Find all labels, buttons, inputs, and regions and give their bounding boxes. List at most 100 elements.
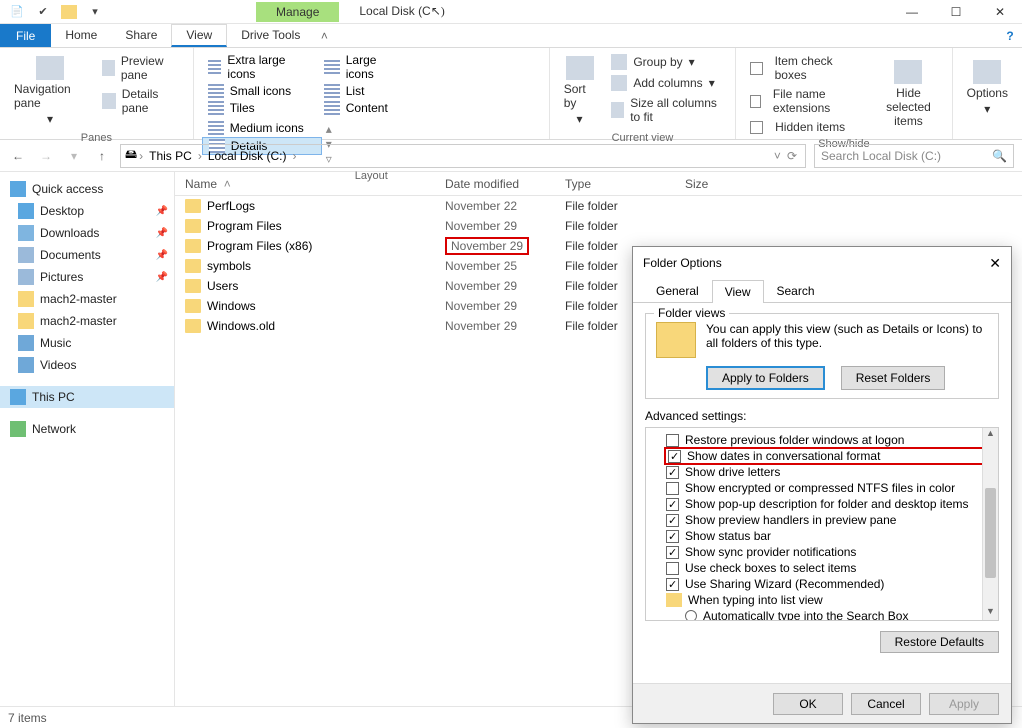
preview-pane-button[interactable]: Preview pane: [96, 52, 185, 84]
layout-scroll-up-icon[interactable]: ▴: [326, 122, 332, 136]
this-pc-icon: [10, 389, 26, 405]
advanced-setting-item[interactable]: Use Sharing Wizard (Recommended): [666, 576, 992, 592]
scroll-up-icon[interactable]: ▲: [983, 428, 998, 442]
advanced-setting-item[interactable]: Restore previous folder windows at logon: [666, 432, 992, 448]
collapse-ribbon-icon[interactable]: ˄: [314, 24, 334, 47]
column-date[interactable]: Date modified: [435, 172, 555, 195]
size-all-columns-button[interactable]: Size all columns to fit: [605, 94, 727, 126]
tab-share[interactable]: Share: [111, 24, 171, 47]
breadcrumb-local-disk[interactable]: Local Disk (C:): [204, 149, 291, 163]
list-icon: [324, 84, 340, 98]
hide-selected-icon: [894, 60, 922, 84]
forward-button[interactable]: →: [36, 146, 56, 166]
sort-by-button[interactable]: Sort by ▾: [558, 52, 602, 130]
tab-drive-tools[interactable]: Drive Tools: [227, 24, 314, 47]
group-by-button[interactable]: Group by ▾: [605, 52, 727, 72]
advanced-setting-item[interactable]: When typing into list view: [666, 592, 992, 608]
file-name-extensions-toggle[interactable]: File name extensions: [744, 85, 869, 117]
advanced-setting-item[interactable]: Show preview handlers in preview pane: [666, 512, 992, 528]
dialog-tab-general[interactable]: General: [643, 279, 712, 302]
sidebar-music[interactable]: Music: [0, 332, 174, 354]
layout-medium[interactable]: Medium icons: [202, 120, 322, 136]
address-bar[interactable]: 🖴 › This PC › Local Disk (C:) › ˅ ⟳: [120, 144, 806, 168]
qat-dropdown-icon[interactable]: ▾: [84, 2, 106, 22]
breadcrumb-this-pc[interactable]: This PC: [145, 149, 196, 163]
layout-small[interactable]: Small icons: [202, 83, 314, 99]
hide-selected-button[interactable]: Hide selected items: [873, 52, 943, 136]
restore-defaults-button[interactable]: Restore Defaults: [880, 631, 999, 653]
refresh-icon[interactable]: ⟳: [783, 149, 801, 163]
maximize-button[interactable]: ☐: [934, 0, 978, 24]
tab-file[interactable]: File: [0, 24, 51, 47]
advanced-setting-item[interactable]: Show pop-up description for folder and d…: [666, 496, 992, 512]
scroll-thumb[interactable]: [985, 488, 996, 578]
item-check-boxes-toggle[interactable]: Item check boxes: [744, 52, 869, 84]
desktop-icon: [18, 203, 34, 219]
advanced-scrollbar[interactable]: ▲ ▼: [982, 428, 998, 620]
ok-button[interactable]: OK: [773, 693, 843, 715]
advanced-setting-item[interactable]: Show sync provider notifications: [666, 544, 992, 560]
layout-extra-large[interactable]: Extra large icons: [202, 52, 314, 82]
options-button[interactable]: Options ▾: [961, 52, 1014, 123]
help-icon[interactable]: ?: [998, 24, 1022, 47]
table-row[interactable]: Program FilesNovember 29File folder: [175, 216, 1022, 236]
sidebar-pictures[interactable]: Pictures📌: [0, 266, 174, 288]
dialog-tab-view[interactable]: View: [712, 280, 764, 303]
address-dropdown-icon[interactable]: ˅: [774, 149, 781, 163]
dialog-close-icon[interactable]: ✕: [989, 255, 1001, 272]
layout-list[interactable]: List: [318, 83, 418, 99]
folder-views-desc: You can apply this view (such as Details…: [706, 322, 988, 350]
sidebar-videos[interactable]: Videos: [0, 354, 174, 376]
contextual-tab-manage[interactable]: Manage: [256, 2, 339, 22]
cancel-button[interactable]: Cancel: [851, 693, 921, 715]
qat-properties-icon[interactable]: 📄: [6, 2, 28, 22]
qat-new-folder-icon[interactable]: ✔: [32, 2, 54, 22]
advanced-setting-item[interactable]: Automatically type into the Search Box: [666, 608, 992, 621]
column-size[interactable]: Size: [675, 172, 755, 195]
advanced-setting-item[interactable]: Show dates in conversational format: [664, 447, 994, 465]
details-pane-button[interactable]: Details pane: [96, 85, 185, 117]
breadcrumb-sep-icon: ›: [139, 149, 143, 163]
layout-large[interactable]: Large icons: [318, 52, 418, 82]
sidebar-downloads[interactable]: Downloads📌: [0, 222, 174, 244]
minimize-button[interactable]: —: [890, 0, 934, 24]
hidden-items-toggle[interactable]: Hidden items: [744, 118, 869, 136]
sidebar-this-pc[interactable]: This PC: [0, 386, 174, 408]
folder-options-dialog: Folder Options ✕ General View Search Fol…: [632, 246, 1012, 724]
apply-to-folders-button[interactable]: Apply to Folders: [706, 366, 825, 390]
checkbox-icon: [668, 450, 681, 463]
layout-content[interactable]: Content: [318, 100, 418, 116]
column-name[interactable]: Name ˄: [175, 172, 435, 195]
sidebar-mach2-1[interactable]: mach2-master: [0, 288, 174, 310]
scroll-down-icon[interactable]: ▼: [983, 606, 998, 620]
navigation-pane-icon: [36, 56, 64, 80]
dialog-tab-search[interactable]: Search: [764, 279, 828, 302]
back-button[interactable]: ←: [8, 146, 28, 166]
advanced-setting-item[interactable]: Show drive letters: [666, 464, 992, 480]
advanced-setting-item[interactable]: Show status bar: [666, 528, 992, 544]
sidebar-network[interactable]: Network: [0, 418, 174, 440]
size-columns-icon: [611, 102, 624, 118]
qat-folder-icon[interactable]: [58, 2, 80, 22]
navigation-pane-button[interactable]: Navigation pane ▾: [8, 52, 92, 130]
column-type[interactable]: Type: [555, 172, 675, 195]
layout-tiles[interactable]: Tiles: [202, 100, 314, 116]
table-row[interactable]: PerfLogsNovember 22File folder: [175, 196, 1022, 216]
advanced-setting-item[interactable]: Show encrypted or compressed NTFS files …: [666, 480, 992, 496]
apply-button[interactable]: Apply: [929, 693, 999, 715]
sort-asc-icon: ˄: [224, 177, 231, 191]
recent-locations-button[interactable]: ▾: [64, 146, 84, 166]
checkbox-icon: [750, 62, 762, 75]
tab-view[interactable]: View: [171, 24, 227, 47]
tab-home[interactable]: Home: [51, 24, 111, 47]
up-button[interactable]: ↑: [92, 146, 112, 166]
sidebar-quick-access[interactable]: Quick access: [0, 178, 174, 200]
close-button[interactable]: ✕: [978, 0, 1022, 24]
search-box[interactable]: Search Local Disk (C:) 🔍: [814, 144, 1014, 168]
add-columns-button[interactable]: Add columns ▾: [605, 73, 727, 93]
sidebar-desktop[interactable]: Desktop📌: [0, 200, 174, 222]
advanced-setting-item[interactable]: Use check boxes to select items: [666, 560, 992, 576]
reset-folders-button[interactable]: Reset Folders: [841, 366, 946, 390]
sidebar-mach2-2[interactable]: mach2-master: [0, 310, 174, 332]
sidebar-documents[interactable]: Documents📌: [0, 244, 174, 266]
